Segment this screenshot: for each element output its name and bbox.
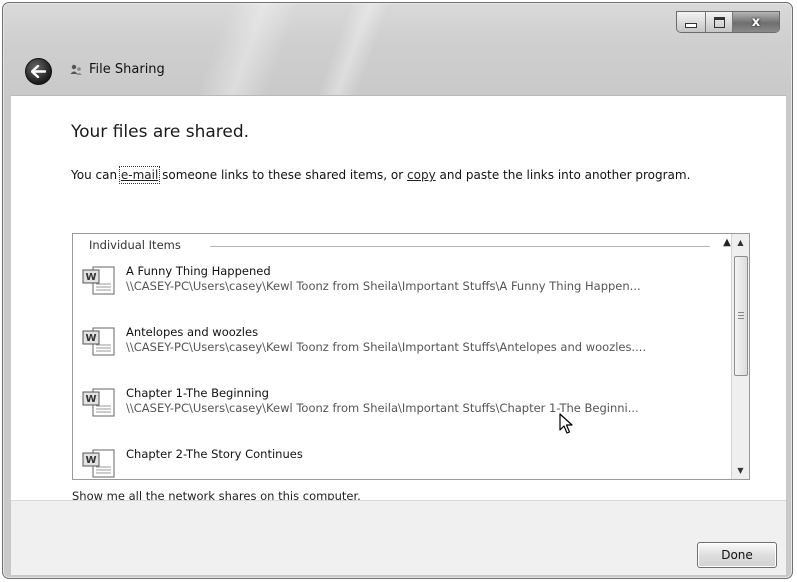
window-title: File Sharing: [89, 62, 165, 77]
scrollbar-thumb[interactable]: [734, 256, 748, 376]
button-bar: Done: [11, 500, 786, 575]
copy-link[interactable]: copy: [407, 168, 436, 182]
close-button[interactable]: x: [733, 12, 779, 32]
file-sharing-window: x File Sharing Your files are shared. Yo…: [2, 2, 793, 579]
maximize-button[interactable]: [706, 12, 733, 32]
item-name: Chapter 2-The Story Continues: [126, 447, 303, 461]
word-document-icon: W: [82, 266, 115, 295]
list-item[interactable]: W Chapter 2-The Story Continues: [79, 443, 729, 479]
page-title: Your files are shared.: [71, 122, 250, 142]
item-path: \\CASEY-PC\Users\casey\Kewl Toonz from S…: [126, 279, 641, 293]
back-button[interactable]: [25, 58, 52, 85]
glass-decoration: [195, 3, 301, 98]
glass-decoration: [315, 3, 391, 98]
done-button[interactable]: Done: [697, 542, 777, 568]
group-header-label: Individual Items: [89, 238, 181, 252]
instruction-text: You can e-mail someone links to these sh…: [71, 166, 691, 184]
caption-buttons: x: [676, 11, 780, 33]
back-arrow-icon: [31, 65, 46, 78]
scroll-up-arrow-icon: ▲: [737, 238, 744, 247]
grip-line: [738, 315, 744, 316]
email-link[interactable]: e-mail: [118, 166, 161, 184]
scroll-down-button[interactable]: ▼: [732, 462, 749, 479]
word-document-icon: W: [82, 388, 115, 417]
vertical-scrollbar[interactable]: ▲ ▼: [731, 234, 749, 479]
word-document-icon: W: [82, 327, 115, 356]
file-sharing-icon: [70, 64, 82, 75]
item-name: Chapter 1-The Beginning: [126, 386, 269, 400]
chevron-up-icon: ▲: [723, 237, 731, 248]
minimize-button[interactable]: [677, 12, 706, 32]
grip-line: [738, 318, 744, 319]
item-path: \\CASEY-PC\Users\casey\Kewl Toonz from S…: [126, 401, 639, 415]
mouse-pointer-icon: [559, 413, 573, 434]
svg-text:W: W: [85, 272, 96, 283]
instruction-middle: someone links to these shared items, or: [158, 168, 408, 182]
list-item[interactable]: W A Funny Thing Happened \\CASEY-PC\User…: [79, 260, 729, 308]
close-icon: x: [751, 14, 761, 30]
minimize-icon: [685, 23, 697, 28]
instruction-prefix: You can: [71, 168, 121, 182]
list-item[interactable]: W Chapter 1-The Beginning \\CASEY-PC\Use…: [79, 382, 729, 430]
group-divider: [210, 246, 710, 247]
grip-line: [738, 312, 744, 313]
word-document-icon: W: [82, 449, 115, 478]
shared-items-list[interactable]: Individual Items ▲ W A Funny Thing Happe…: [72, 233, 750, 480]
item-name: Antelopes and woozles: [126, 325, 259, 339]
item-path: \\CASEY-PC\Users\casey\Kewl Toonz from S…: [126, 340, 647, 354]
scroll-up-button[interactable]: ▲: [732, 234, 749, 251]
maximize-icon: [713, 16, 725, 28]
item-name: A Funny Thing Happened: [126, 264, 271, 278]
list-item[interactable]: W Antelopes and woozles \\CASEY-PC\Users…: [79, 321, 729, 369]
svg-text:W: W: [85, 394, 96, 405]
scroll-down-arrow-icon: ▼: [737, 466, 744, 475]
svg-text:W: W: [85, 455, 96, 466]
instruction-suffix: and paste the links into another program…: [435, 168, 691, 182]
content-area: Your files are shared. You can e-mail so…: [11, 95, 786, 503]
svg-text:W: W: [85, 333, 96, 344]
